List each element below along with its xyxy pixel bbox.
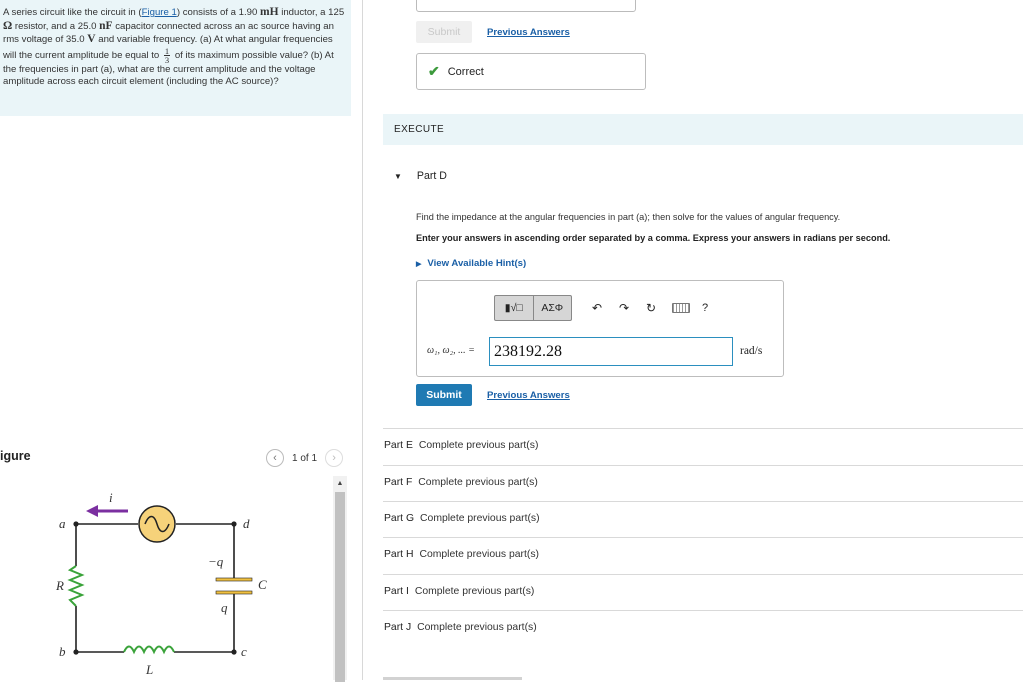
- divider-line: [383, 574, 1023, 575]
- part-d-header[interactable]: ▼ Part D: [394, 170, 447, 182]
- prev-figure-button[interactable]: ‹: [266, 449, 284, 467]
- view-hints-link[interactable]: ▶ View Available Hint(s): [416, 258, 526, 269]
- chevron-left-icon: ‹: [273, 452, 277, 464]
- next-figure-button[interactable]: ›: [325, 449, 344, 467]
- rlc-circuit-diagram: a d b c i R L C −q q: [55, 490, 267, 677]
- template-buttons: ▮√□ ΑΣΦ: [494, 295, 572, 321]
- figure-pager: ‹ 1 of 1 ›: [266, 449, 344, 467]
- reset-icon[interactable]: ↻: [640, 301, 662, 315]
- divider-line: [383, 610, 1023, 611]
- chevron-right-icon: ›: [332, 452, 336, 464]
- node-label-d: d: [243, 516, 250, 531]
- node-label-a: a: [59, 516, 66, 531]
- part-g-row[interactable]: Part G Complete previous part(s): [384, 513, 540, 524]
- checkmark-icon: ✔: [428, 63, 440, 79]
- submit-button[interactable]: Submit: [416, 384, 472, 406]
- node-label-b: b: [59, 644, 66, 659]
- figure-page-count: 1 of 1: [292, 452, 318, 464]
- charge-label-minus-q: −q: [208, 554, 224, 569]
- current-arrow-icon: [86, 505, 128, 517]
- node-label-c: c: [241, 644, 247, 659]
- scroll-up-arrow-icon[interactable]: ▲: [333, 476, 347, 490]
- part-d-title: Part D: [416, 170, 447, 182]
- greek-symbols-button[interactable]: ΑΣΦ: [532, 296, 572, 320]
- omega-label: ω₁, ω₂, ... =: [427, 345, 475, 356]
- divider-line: [383, 501, 1023, 502]
- current-label-i: i: [109, 490, 113, 505]
- redo-icon[interactable]: ↷: [613, 301, 635, 315]
- part-e-row[interactable]: Part E Complete previous part(s): [384, 440, 538, 451]
- part-d-instruction-bold: Enter your answers in ascending order se…: [416, 233, 891, 243]
- figure-scrollbar[interactable]: ▲: [333, 476, 347, 682]
- divider-line: [383, 428, 1023, 429]
- part-i-row[interactable]: Part I Complete previous part(s): [384, 586, 534, 597]
- execute-section-header: EXECUTE: [383, 114, 1023, 145]
- correct-feedback: ✔ Correct: [416, 53, 646, 90]
- part-h-row[interactable]: Part H Complete previous part(s): [384, 549, 539, 560]
- resistor-icon: [67, 565, 85, 607]
- problem-statement: A series circuit like the circuit in (Fi…: [0, 0, 351, 116]
- previous-answers-link-top[interactable]: Previous Answers: [487, 27, 570, 38]
- part-d-instruction: Find the impedance at the angular freque…: [416, 212, 841, 222]
- resistor-label: R: [55, 578, 64, 593]
- figure-link[interactable]: Figure 1: [142, 7, 177, 18]
- part-j-row[interactable]: Part J Complete previous part(s): [384, 622, 537, 633]
- scrollbar-thumb[interactable]: [335, 492, 345, 682]
- part-f-row[interactable]: Part F Complete previous part(s): [384, 477, 538, 488]
- capacitor-label: C: [258, 577, 267, 592]
- answer-input[interactable]: [489, 337, 733, 366]
- expand-triangle-icon: ▶: [416, 260, 422, 268]
- column-divider: [362, 0, 363, 680]
- capacitor-icon: [215, 577, 253, 595]
- figure-title: igure: [0, 449, 31, 463]
- previous-answer-input[interactable]: [416, 0, 636, 12]
- answer-panel: ▮√□ ΑΣΦ ↶ ↷ ↻ ? ω₁, ω₂, ... = rad/s: [416, 280, 784, 377]
- math-toolbar: ▮√□ ΑΣΦ ↶ ↷ ↻ ?: [494, 295, 708, 321]
- inductor-icon: [123, 645, 175, 655]
- charge-label-q: q: [221, 600, 228, 615]
- undo-icon[interactable]: ↶: [586, 301, 608, 315]
- unit-label: rad/s: [740, 345, 763, 357]
- collapse-triangle-icon[interactable]: ▼: [394, 172, 402, 181]
- divider-line: [383, 537, 1023, 538]
- keyboard-icon[interactable]: [672, 303, 690, 313]
- previous-submit-button[interactable]: Submit: [416, 21, 472, 43]
- inductor-label: L: [145, 662, 153, 677]
- divider-line: [383, 465, 1023, 466]
- previous-answers-link[interactable]: Previous Answers: [487, 390, 570, 401]
- circuit-wires: [75, 523, 235, 653]
- ac-source-icon: [138, 505, 176, 543]
- templates-button[interactable]: ▮√□: [495, 296, 533, 320]
- help-icon[interactable]: ?: [702, 302, 708, 314]
- one-third-fraction: 13: [163, 45, 171, 65]
